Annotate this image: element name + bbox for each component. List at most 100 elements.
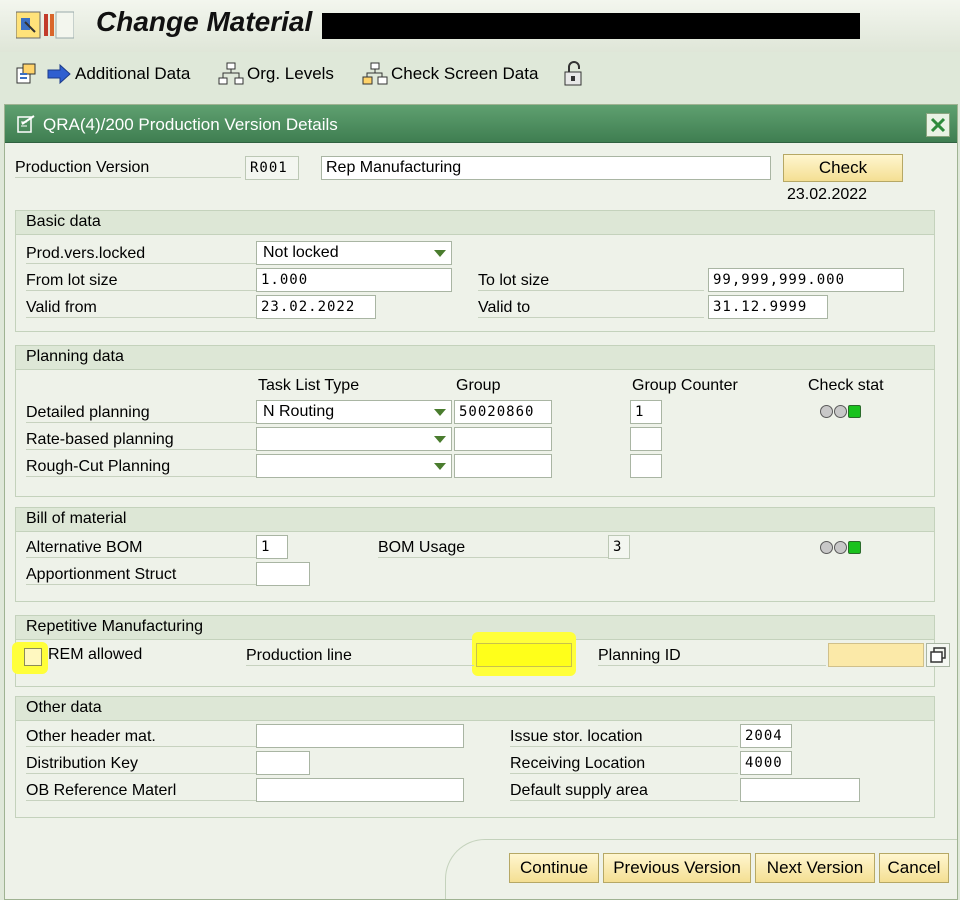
additional-data-label: Additional Data: [75, 64, 191, 83]
to-lot-size-field[interactable]: 99,999,999.000: [708, 268, 904, 292]
dialog-header: QRA(4)/200 Production Version Details: [5, 105, 957, 143]
check-status-lights: [820, 405, 862, 418]
valid-to-label: Valid to: [478, 299, 704, 318]
other-header-mat-label: Other header mat.: [26, 728, 258, 747]
prod-vers-locked-value: Not locked: [263, 244, 339, 261]
continue-button[interactable]: Continue: [509, 853, 599, 883]
valid-from-label: Valid from: [26, 299, 256, 318]
check-date: 23.02.2022: [787, 186, 868, 203]
valid-to-field[interactable]: 31.12.9999: [708, 295, 828, 319]
rem-allowed-checkbox[interactable]: [24, 648, 42, 666]
production-version-field[interactable]: R001: [245, 156, 299, 180]
bill-of-material-group: Bill of material Alternative BOM 1 BOM U…: [15, 507, 935, 602]
bom-usage-label: BOM Usage: [378, 539, 608, 558]
default-supply-area-label: Default supply area: [510, 782, 738, 801]
status-light-yellow-icon: [834, 541, 847, 554]
application-toolbar: Additional Data Org. Levels Check Screen…: [0, 53, 960, 95]
receiving-location-field[interactable]: 4000: [740, 751, 792, 775]
planning-id-label: Planning ID: [598, 647, 826, 666]
previous-version-button[interactable]: Previous Version: [603, 853, 751, 883]
chevron-down-icon: [434, 463, 446, 470]
status-light-yellow-icon: [834, 405, 847, 418]
other-data-heading: Other data: [16, 697, 934, 721]
group-counter-header: Group Counter: [632, 377, 738, 394]
additional-data-button[interactable]: Additional Data: [46, 61, 190, 87]
other-object-icon: [16, 63, 36, 84]
receiving-location-label: Receiving Location: [510, 755, 738, 774]
group-header: Group: [456, 377, 501, 394]
task-list-type-header: Task List Type: [258, 377, 360, 394]
status-light-red-icon: [820, 405, 833, 418]
chevron-down-icon: [434, 409, 446, 416]
apportionment-struct-label: Apportionment Struct: [26, 566, 258, 585]
detailed-planning-task-list-dropdown[interactable]: N Routing: [256, 400, 452, 424]
alternative-bom-label: Alternative BOM: [26, 539, 258, 558]
distribution-key-field[interactable]: [256, 751, 310, 775]
production-version-dialog: QRA(4)/200 Production Version Details Pr…: [4, 104, 958, 900]
title-bar: Change Material: [0, 0, 960, 52]
rate-based-task-list-dropdown[interactable]: [256, 427, 452, 451]
prod-vers-locked-dropdown[interactable]: Not locked: [256, 241, 452, 265]
planning-id-field[interactable]: [828, 643, 924, 667]
detailed-planning-counter-field[interactable]: 1: [630, 400, 662, 424]
next-version-button[interactable]: Next Version: [755, 853, 875, 883]
other-header-mat-field[interactable]: [256, 724, 464, 748]
planning-data-heading: Planning data: [16, 346, 934, 370]
production-version-label: Production Version: [15, 159, 241, 178]
planning-data-group: Planning data Task List Type Group Group…: [15, 345, 935, 497]
detailed-planning-label: Detailed planning: [26, 404, 258, 423]
window-title: Change Material: [96, 6, 313, 37]
check-screen-icon: [362, 62, 388, 85]
rem-allowed-label: REM allowed: [48, 646, 143, 663]
rough-cut-group-field[interactable]: [454, 454, 552, 478]
other-data-group: Other data Other header mat. Issue stor.…: [15, 696, 935, 818]
production-line-field[interactable]: [476, 643, 572, 667]
check-stat-header: Check stat: [808, 377, 884, 394]
close-icon: [930, 117, 946, 133]
cancel-button[interactable]: Cancel: [879, 853, 949, 883]
ob-reference-materl-label: OB Reference Materl: [26, 782, 258, 801]
production-version-text-field[interactable]: Rep Manufacturing: [321, 156, 771, 180]
rough-cut-task-list-dropdown[interactable]: [256, 454, 452, 478]
issue-stor-location-field[interactable]: 2004: [740, 724, 792, 748]
detailed-planning-task-list-value: N Routing: [263, 403, 335, 420]
from-lot-size-field[interactable]: 1.000: [256, 268, 452, 292]
repetitive-manufacturing-group: Repetitive Manufacturing REM allowed Pro…: [12, 615, 950, 687]
ob-reference-materl-field[interactable]: [256, 778, 464, 802]
window-detail-icon: [930, 647, 946, 663]
hierarchy-icon: [218, 62, 244, 85]
unlock-icon: [564, 61, 582, 86]
rate-based-planning-label: Rate-based planning: [26, 431, 258, 450]
apportionment-struct-field[interactable]: [256, 562, 310, 586]
check-screen-data-button[interactable]: Check Screen Data: [362, 61, 538, 87]
rate-based-counter-field[interactable]: [630, 427, 662, 451]
valid-from-field[interactable]: 23.02.2022: [256, 295, 376, 319]
check-button[interactable]: Check: [783, 154, 903, 182]
other-material-button[interactable]: [14, 61, 41, 87]
org-levels-label: Org. Levels: [247, 64, 334, 83]
production-line-label: Production line: [246, 647, 474, 666]
default-supply-area-field[interactable]: [740, 778, 860, 802]
dialog-title: QRA(4)/200 Production Version Details: [43, 115, 338, 134]
rough-cut-planning-label: Rough-Cut Planning: [26, 458, 258, 477]
alternative-bom-field[interactable]: 1: [256, 535, 288, 559]
bom-status-lights: [820, 541, 862, 554]
close-button[interactable]: [926, 113, 950, 137]
lock-button[interactable]: [562, 61, 589, 87]
status-light-green-icon: [848, 405, 861, 418]
rough-cut-counter-field[interactable]: [630, 454, 662, 478]
from-lot-size-label: From lot size: [26, 272, 256, 291]
distribution-key-label: Distribution Key: [26, 755, 258, 774]
status-light-green-icon: [848, 541, 861, 554]
arrow-right-icon: [47, 63, 71, 85]
basic-data-heading: Basic data: [16, 211, 934, 235]
bom-usage-field[interactable]: 3: [608, 535, 630, 559]
redacted-area: [322, 13, 860, 39]
rate-based-group-field[interactable]: [454, 427, 552, 451]
sap-menu-icon[interactable]: [15, 10, 75, 40]
status-light-red-icon: [820, 541, 833, 554]
chevron-down-icon: [434, 250, 446, 257]
planning-id-detail-button[interactable]: [926, 643, 950, 667]
detailed-planning-group-field[interactable]: 50020860: [454, 400, 552, 424]
org-levels-button[interactable]: Org. Levels: [218, 61, 334, 87]
